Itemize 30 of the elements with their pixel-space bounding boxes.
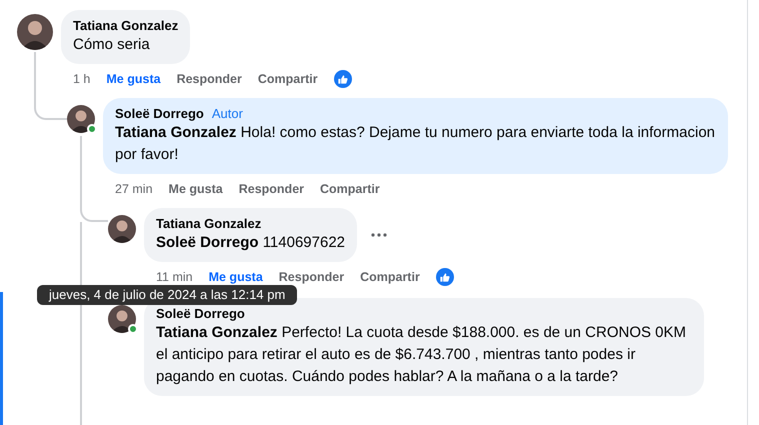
author-name[interactable]: Tatiana Gonzalez bbox=[156, 215, 262, 232]
reply-link[interactable]: Responder bbox=[176, 70, 242, 88]
like-link[interactable]: Me gusta bbox=[106, 70, 161, 88]
share-link[interactable]: Compartir bbox=[320, 180, 380, 198]
comment-text: Tatiana Gonzalez Hola! como estas? Dejame tu numero para enviarte toda la informacion por favor! bbox=[115, 123, 716, 165]
timestamp[interactable]: 11 min bbox=[156, 268, 193, 286]
comment-text: Cómo seria bbox=[73, 35, 151, 55]
reply-link[interactable]: Responder bbox=[238, 180, 304, 198]
more-options-icon[interactable] bbox=[369, 231, 390, 239]
comment-text: Tatiana Gonzalez Perfecto! La cuota desde $188.000. es de un CRONOS 0KM el anticipo para retirar el auto es de $6.743.700 , mientras tanto podes ir pagando en cuotas. Cuándo podes hablar? A la mañana o a la tarde? bbox=[156, 323, 687, 387]
comment-text: Soleë Dorrego 1140697622 bbox=[156, 233, 346, 253]
timestamp[interactable]: 27 min bbox=[115, 180, 153, 198]
like-link[interactable]: Me gusta bbox=[168, 180, 223, 198]
mention-link[interactable]: Soleë Dorrego bbox=[156, 234, 259, 251]
share-link[interactable]: Compartir bbox=[360, 268, 420, 286]
author-name[interactable]: Soleë Dorrego bbox=[115, 105, 204, 122]
author-name[interactable]: Tatiana Gonzalez bbox=[73, 17, 178, 34]
avatar[interactable] bbox=[67, 105, 95, 133]
avatar[interactable] bbox=[17, 14, 53, 50]
like-link[interactable]: Me gusta bbox=[208, 268, 263, 286]
timestamp[interactable]: 1 h bbox=[73, 70, 90, 88]
avatar[interactable] bbox=[108, 305, 136, 333]
date-tooltip: jueves, 4 de julio de 2024 a las 12:14 pm bbox=[37, 285, 298, 305]
author-name[interactable]: Soleë Dorrego bbox=[156, 305, 245, 322]
mention-link[interactable]: Tatiana Gonzalez bbox=[156, 324, 278, 341]
author-label: Autor bbox=[212, 105, 243, 122]
reply-link[interactable]: Responder bbox=[278, 268, 344, 286]
mention-link[interactable]: Tatiana Gonzalez bbox=[115, 124, 236, 141]
avatar[interactable] bbox=[108, 215, 136, 243]
share-link[interactable]: Compartir bbox=[258, 70, 318, 88]
